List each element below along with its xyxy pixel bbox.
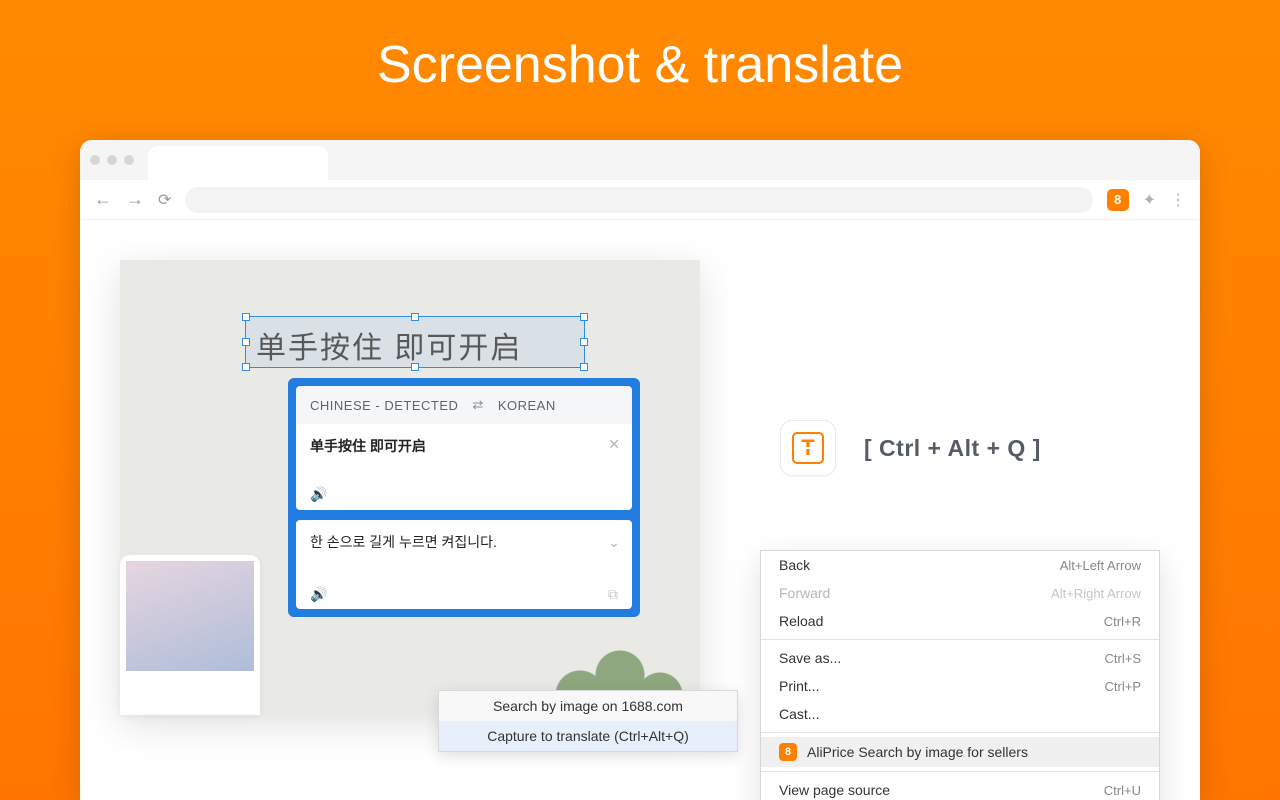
address-bar[interactable] xyxy=(185,187,1092,213)
ctx-forward: Forward Alt+Right Arrow xyxy=(761,579,1159,607)
ctx-aliprice[interactable]: 8 AliPrice Search by image for sellers xyxy=(761,737,1159,767)
source-text: 单手按住 即可开启 xyxy=(310,436,618,456)
ctx-separator xyxy=(761,732,1159,733)
window-min-dot[interactable] xyxy=(107,155,117,165)
selection-handle[interactable] xyxy=(411,313,419,321)
selection-handle[interactable] xyxy=(242,338,250,346)
ctx-back[interactable]: Back Alt+Left Arrow xyxy=(761,551,1159,579)
search-by-image-item[interactable]: Search by image on 1688.com xyxy=(439,691,737,721)
forward-icon[interactable]: → xyxy=(126,189,144,210)
ctx-save-as[interactable]: Save as... Ctrl+S xyxy=(761,644,1159,672)
ctx-shortcut: Ctrl+P xyxy=(1105,679,1141,694)
browser-content: 单手按住 即可开启 CHINESE - DETECTED ⇄ KOREAN ✕ … xyxy=(80,220,1200,800)
ctx-shortcut: Ctrl+R xyxy=(1104,614,1141,629)
selection-handle[interactable] xyxy=(580,338,588,346)
close-icon[interactable]: ✕ xyxy=(608,436,620,453)
selection-handle[interactable] xyxy=(580,363,588,371)
ctx-separator xyxy=(761,771,1159,772)
extensions-icon[interactable]: ✦ xyxy=(1143,190,1156,210)
ctx-print[interactable]: Print... Ctrl+P xyxy=(761,672,1159,700)
screenshot-panel: 单手按住 即可开启 CHINESE - DETECTED ⇄ KOREAN ✕ … xyxy=(120,260,700,715)
extension-mini-menu: Search by image on 1688.com Capture to t… xyxy=(438,690,738,752)
ctx-label: Back xyxy=(779,557,810,573)
ctx-shortcut: Ctrl+S xyxy=(1105,651,1141,666)
window-max-dot[interactable] xyxy=(124,155,134,165)
shortcut-icon-box: T xyxy=(780,420,836,476)
aliprice-icon: 8 xyxy=(779,743,797,761)
reload-icon[interactable]: ⟳ xyxy=(158,190,171,210)
chevron-down-icon[interactable]: ⌄ xyxy=(608,534,620,551)
window-controls xyxy=(90,155,134,165)
ctx-label: Cast... xyxy=(779,706,819,722)
ctx-label: Reload xyxy=(779,613,823,629)
ctx-view-source[interactable]: View page source Ctrl+U xyxy=(761,776,1159,800)
browser-tabbar xyxy=(80,140,1200,180)
extension-badge[interactable]: 8 xyxy=(1107,189,1129,211)
mock-device-image xyxy=(120,555,260,715)
speaker-icon[interactable]: 🔊 xyxy=(310,586,327,603)
shortcut-label: [ Ctrl + Alt + Q ] xyxy=(864,435,1041,462)
context-menu: Back Alt+Left Arrow Forward Alt+Right Ar… xyxy=(760,550,1160,800)
copy-icon[interactable]: ⧉ xyxy=(608,586,618,603)
ctx-shortcut: Alt+Right Arrow xyxy=(1051,586,1141,601)
ctx-label: Print... xyxy=(779,678,819,694)
browser-tab[interactable] xyxy=(148,146,328,180)
ctx-label: View page source xyxy=(779,782,890,798)
ctx-shortcut: Ctrl+U xyxy=(1104,783,1141,798)
menu-icon[interactable]: ⋮ xyxy=(1170,190,1186,210)
translator-popup: CHINESE - DETECTED ⇄ KOREAN ✕ 单手按住 即可开启 … xyxy=(288,378,640,617)
window-close-dot[interactable] xyxy=(90,155,100,165)
source-panel: ✕ 单手按住 即可开启 🔊 xyxy=(296,424,632,510)
target-language[interactable]: KOREAN xyxy=(498,398,556,413)
browser-window: ← → ⟳ 8 ✦ ⋮ 单手按住 即可开启 xyxy=(80,140,1200,800)
ctx-label: AliPrice Search by image for sellers xyxy=(807,744,1028,760)
swap-icon[interactable]: ⇄ xyxy=(472,397,483,413)
ctx-label: Forward xyxy=(779,585,830,601)
browser-toolbar: ← → ⟳ 8 ✦ ⋮ xyxy=(80,180,1200,220)
back-icon[interactable]: ← xyxy=(94,189,112,210)
capture-selection[interactable]: 单手按住 即可开启 xyxy=(245,316,585,368)
page-headline: Screenshot & translate xyxy=(0,0,1280,95)
target-text: 한 손으로 길게 누르면 켜집니다. xyxy=(310,532,618,552)
target-panel: ⌄ 한 손으로 길게 누르면 켜집니다. 🔊 ⧉ xyxy=(296,520,632,609)
speaker-icon[interactable]: 🔊 xyxy=(310,486,327,502)
selection-handle[interactable] xyxy=(242,363,250,371)
selection-handle[interactable] xyxy=(242,313,250,321)
capture-t-icon: T xyxy=(792,432,824,464)
ctx-label: Save as... xyxy=(779,650,841,666)
source-language[interactable]: CHINESE - DETECTED xyxy=(310,398,458,413)
shortcut-hint: T [ Ctrl + Alt + Q ] xyxy=(780,420,1041,476)
language-row: CHINESE - DETECTED ⇄ KOREAN xyxy=(296,386,632,424)
capture-to-translate-item[interactable]: Capture to translate (Ctrl+Alt+Q) xyxy=(439,721,737,751)
ctx-shortcut: Alt+Left Arrow xyxy=(1060,558,1141,573)
ctx-reload[interactable]: Reload Ctrl+R xyxy=(761,607,1159,635)
ctx-separator xyxy=(761,639,1159,640)
selection-handle[interactable] xyxy=(580,313,588,321)
ctx-cast[interactable]: Cast... xyxy=(761,700,1159,728)
selection-handle[interactable] xyxy=(411,363,419,371)
